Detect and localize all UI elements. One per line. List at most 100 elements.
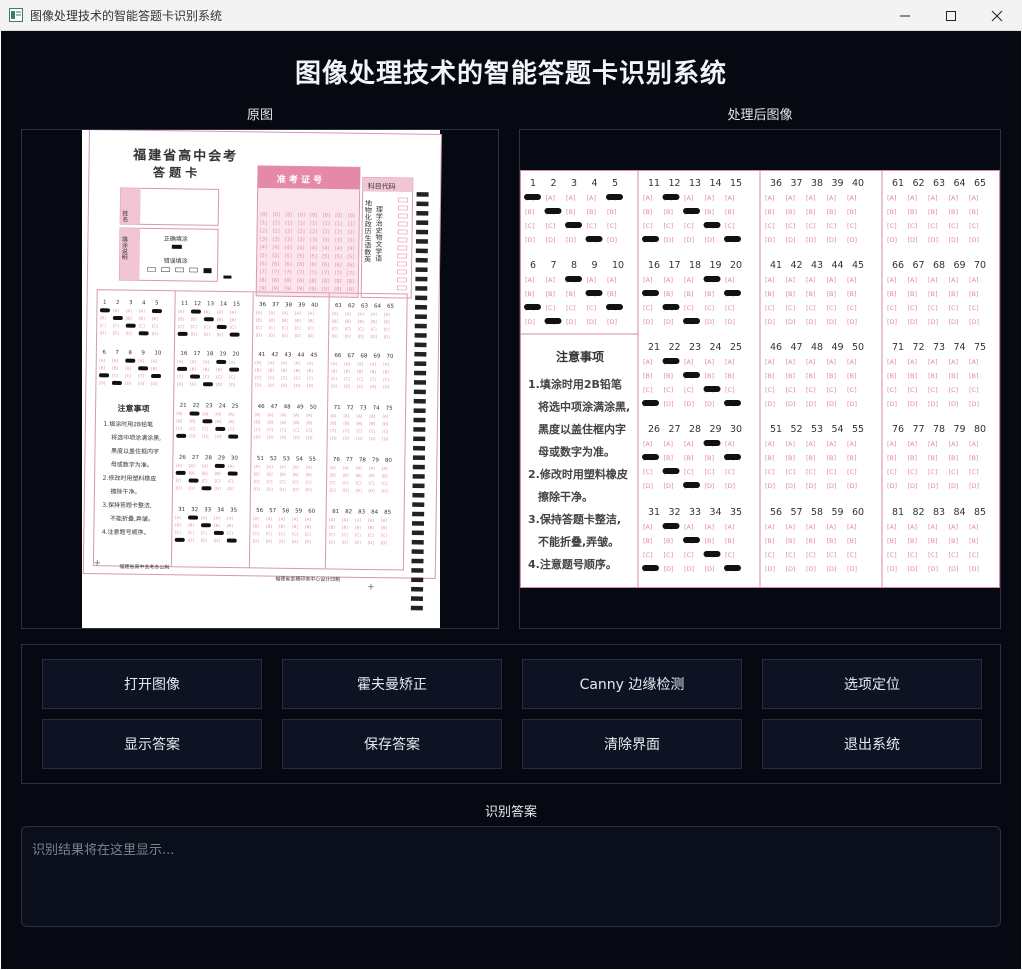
svg-text:[C]: [C] bbox=[356, 428, 362, 433]
filled-mark bbox=[642, 236, 659, 242]
option-box: [D] bbox=[546, 236, 556, 244]
svg-text:[B]: [B] bbox=[369, 473, 375, 478]
svg-text:[8]: [8] bbox=[259, 278, 266, 284]
question-number: 59 bbox=[832, 507, 844, 518]
open-image-button[interactable]: 打开图像 bbox=[42, 659, 262, 709]
option-box: [C] bbox=[725, 304, 735, 312]
filled-mark bbox=[662, 523, 680, 529]
minimize-button[interactable] bbox=[882, 0, 928, 31]
option-box: [A] bbox=[643, 440, 653, 448]
option-box: [D] bbox=[969, 400, 979, 408]
hough-correct-button[interactable]: 霍夫曼矫正 bbox=[282, 659, 502, 709]
svg-text:[A]: [A] bbox=[371, 312, 377, 317]
svg-text:60: 60 bbox=[308, 509, 316, 515]
option-box: [B] bbox=[684, 290, 694, 298]
svg-text:[A]: [A] bbox=[306, 413, 312, 418]
svg-text:[B]: [B] bbox=[214, 523, 220, 528]
option-box: [A] bbox=[887, 358, 897, 366]
svg-text:[C]: [C] bbox=[216, 374, 222, 379]
svg-text:[B]: [B] bbox=[383, 369, 389, 374]
svg-text:24: 24 bbox=[219, 403, 227, 409]
option-box: [A] bbox=[928, 276, 938, 284]
option-locate-button[interactable]: 选项定位 bbox=[762, 659, 982, 709]
svg-text:[C]: [C] bbox=[331, 376, 337, 381]
svg-text:[D]: [D] bbox=[201, 538, 208, 543]
svg-text:[D]: [D] bbox=[269, 333, 276, 338]
svg-text:[C]: [C] bbox=[292, 531, 298, 536]
option-box: [C] bbox=[949, 222, 959, 230]
svg-text:[D]: [D] bbox=[329, 539, 336, 544]
option-box: [C] bbox=[765, 468, 775, 476]
svg-text:[D]: [D] bbox=[215, 434, 222, 439]
result-text-area[interactable]: 识别结果将在这里显示... bbox=[21, 826, 1001, 927]
svg-text:[D]: [D] bbox=[138, 381, 145, 386]
svg-text:[D]: [D] bbox=[227, 486, 234, 491]
svg-text:[D]: [D] bbox=[294, 383, 301, 388]
svg-text:[C]: [C] bbox=[382, 429, 388, 434]
svg-text:[C]: [C] bbox=[358, 326, 364, 331]
option-box: [D] bbox=[928, 400, 938, 408]
svg-text:[C]: [C] bbox=[266, 531, 272, 536]
svg-text:[A]: [A] bbox=[201, 515, 207, 520]
svg-text:[A]: [A] bbox=[292, 516, 298, 521]
question-number: 4 bbox=[592, 178, 598, 189]
filled-mark bbox=[642, 454, 659, 460]
svg-text:[C]: [C] bbox=[383, 377, 389, 382]
svg-text:[D]: [D] bbox=[344, 384, 351, 389]
filled-mark bbox=[683, 372, 700, 378]
svg-text:[A]: [A] bbox=[329, 517, 335, 522]
option-box: [C] bbox=[684, 468, 694, 476]
svg-text:[D]: [D] bbox=[99, 380, 106, 385]
option-box: [B] bbox=[847, 537, 857, 545]
svg-text:[A]: [A] bbox=[138, 358, 144, 363]
svg-text:[A]: [A] bbox=[190, 359, 196, 364]
show-answer-button[interactable]: 显示答案 bbox=[42, 719, 262, 769]
option-box: [B] bbox=[887, 290, 897, 298]
svg-text:[A]: [A] bbox=[370, 362, 376, 367]
svg-text:[B]: [B] bbox=[358, 319, 364, 324]
svg-text:[7]: [7] bbox=[334, 270, 341, 276]
close-button[interactable] bbox=[974, 0, 1020, 31]
svg-text:[B]: [B] bbox=[100, 315, 106, 320]
canny-detect-button[interactable]: Canny 边缘检测 bbox=[522, 659, 742, 709]
svg-text:[D]: [D] bbox=[279, 539, 286, 544]
original-image-panel: 福建省高中会考 答 题 卡 姓名 填涂说明 正确填涂 错误填涂 准 考 证 号 … bbox=[21, 129, 499, 629]
svg-text:[C]: [C] bbox=[191, 324, 197, 329]
option-box: [B] bbox=[725, 537, 735, 545]
option-box: [D] bbox=[806, 565, 816, 573]
option-box: [B] bbox=[928, 537, 938, 545]
question-number: 45 bbox=[852, 260, 864, 271]
exit-system-button[interactable]: 退出系统 bbox=[762, 719, 982, 769]
svg-text:[D]: [D] bbox=[177, 381, 184, 386]
svg-text:23: 23 bbox=[206, 403, 214, 409]
notice-line: 不能折叠,弄皱。 bbox=[538, 535, 619, 549]
svg-text:[7]: [7] bbox=[259, 269, 266, 275]
option-box: [C] bbox=[765, 386, 775, 394]
maximize-button[interactable] bbox=[928, 0, 974, 31]
svg-text:[9]: [9] bbox=[309, 286, 316, 292]
option-box: [A] bbox=[847, 440, 857, 448]
option-box: [A] bbox=[684, 194, 694, 202]
svg-text:[B]: [B] bbox=[332, 318, 338, 323]
svg-text:[3]: [3] bbox=[285, 237, 292, 243]
svg-text:[B]: [B] bbox=[357, 369, 363, 374]
svg-text:[A]: [A] bbox=[268, 360, 274, 365]
option-box: [C] bbox=[887, 304, 897, 312]
option-box: [A] bbox=[847, 194, 857, 202]
option-box: [C] bbox=[786, 222, 796, 230]
title-bar: 图像处理技术的智能答题卡识别系统 bbox=[0, 0, 1022, 31]
svg-text:[D]: [D] bbox=[266, 539, 273, 544]
save-answer-button[interactable]: 保存答案 bbox=[282, 719, 502, 769]
option-box: [C] bbox=[908, 386, 918, 394]
option-box: [B] bbox=[765, 454, 775, 462]
svg-text:[0]: [0] bbox=[260, 212, 267, 218]
notice-line: 母或数字为准。 bbox=[538, 445, 615, 459]
question-number: 29 bbox=[710, 424, 722, 435]
svg-text:12: 12 bbox=[194, 301, 201, 307]
svg-text:[B]: [B] bbox=[228, 419, 234, 424]
svg-text:[D]: [D] bbox=[279, 487, 286, 492]
svg-text:[A]: [A] bbox=[227, 516, 233, 521]
clear-ui-button[interactable]: 清除界面 bbox=[522, 719, 742, 769]
option-box: [A] bbox=[725, 523, 735, 531]
option-box: [B] bbox=[587, 208, 597, 216]
